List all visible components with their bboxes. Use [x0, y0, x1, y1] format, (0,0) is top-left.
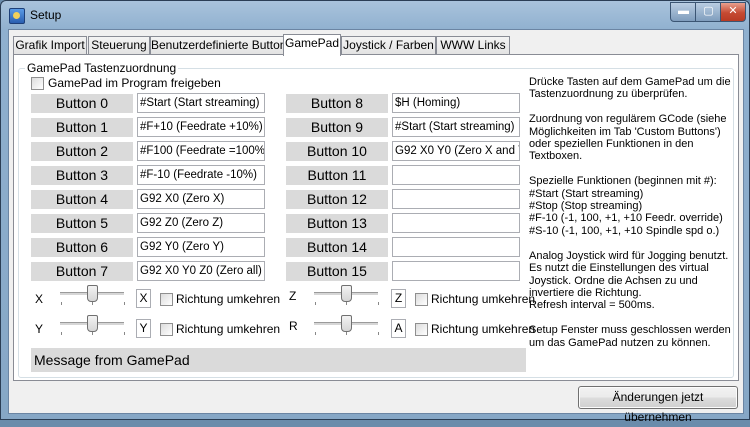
tab-www-links[interactable]: WWW Links: [436, 36, 510, 55]
close-button[interactable]: ✕: [720, 2, 746, 22]
maximize-button[interactable]: ▢: [695, 2, 722, 22]
button-5-label: Button 5: [31, 214, 133, 233]
button-13-label: Button 13: [286, 214, 388, 233]
button-9-code-input[interactable]: #Start (Start streaming): [392, 117, 520, 137]
button-7-code-input[interactable]: G92 X0 Y0 Z0 (Zero all): [137, 261, 265, 281]
axis-r-trackbar[interactable]: [312, 314, 382, 338]
button-6-label: Button 6: [31, 238, 133, 257]
button-8-code-input[interactable]: $H (Homing): [392, 93, 520, 113]
button-7-label: Button 7: [31, 262, 133, 281]
button-2-code-input[interactable]: #F100 (Feedrate =100%): [137, 141, 265, 161]
axis-r-label: R: [289, 319, 298, 333]
tab-benutzerdefinierte-buttons[interactable]: Benutzerdefinierte Buttons: [150, 36, 292, 55]
client-area: Grafik Import Steuerung Benutzerdefinier…: [8, 29, 744, 424]
button-9-label: Button 9: [286, 118, 388, 137]
button-15-label: Button 15: [286, 262, 388, 281]
button-11-label: Button 11: [286, 166, 388, 185]
gamepad-tab-page: GamePad Tastenzuordnung GamePad im Progr…: [13, 54, 739, 381]
axis-x-invert-checkbox[interactable]: [160, 293, 173, 306]
app-icon: [9, 8, 25, 24]
button-3-label: Button 3: [31, 166, 133, 185]
axis-z-invert-checkbox[interactable]: [415, 293, 428, 306]
button-12-label: Button 12: [286, 190, 388, 209]
button-1-code-input[interactable]: #F+10 (Feedrate +10%): [137, 117, 265, 137]
button-0-code-input[interactable]: #Start (Start streaming): [137, 93, 265, 113]
button-4-label: Button 4: [31, 190, 133, 209]
minimize-button[interactable]: ▬: [670, 2, 697, 22]
axis-y-label: Y: [35, 322, 44, 336]
button-15-code-input[interactable]: [392, 261, 520, 281]
axis-x-label: X: [35, 292, 44, 306]
axis-r-invert-checkbox[interactable]: [415, 323, 428, 336]
help-text: Drücke Tasten auf dem GamePad um die Tas…: [529, 76, 731, 349]
button-14-code-input[interactable]: [392, 237, 520, 257]
button-0-label: Button 0: [31, 94, 133, 113]
axis-x-invert-label: Richtung umkehren: [176, 292, 281, 306]
axis-x-assign-input[interactable]: X: [136, 289, 151, 308]
button-5-code-input[interactable]: G92 Z0 (Zero Z): [137, 213, 265, 233]
tab-joystick-farben[interactable]: Joystick / Farben: [341, 36, 436, 55]
trackbar-thumb[interactable]: [87, 315, 98, 332]
trackbar-thumb[interactable]: [87, 285, 98, 302]
button-10-code-input[interactable]: G92 X0 Y0 (Zero X and Y): [392, 141, 520, 161]
axis-x-trackbar[interactable]: [58, 284, 128, 308]
button-3-code-input[interactable]: #F-10 (Feedrate -10%): [137, 165, 265, 185]
button-12-code-input[interactable]: [392, 189, 520, 209]
group-title: GamePad Tastenzuordnung: [25, 61, 179, 75]
button-2-label: Button 2: [31, 142, 133, 161]
trackbar-ticks: [61, 332, 125, 335]
window-title: Setup: [30, 8, 62, 22]
tab-steuerung[interactable]: Steuerung: [88, 36, 150, 55]
trackbar-ticks: [315, 302, 379, 305]
axis-r-assign-input[interactable]: A: [391, 319, 406, 338]
title-bar[interactable]: Setup ▬ ▢ ✕: [1, 1, 749, 29]
button-11-code-input[interactable]: [392, 165, 520, 185]
axis-z-trackbar[interactable]: [312, 284, 382, 308]
button-13-code-input[interactable]: [392, 213, 520, 233]
tab-gamepad[interactable]: GamePad: [283, 34, 341, 56]
trackbar-ticks: [61, 302, 125, 305]
gamepad-message-bar: Message from GamePad: [31, 348, 526, 372]
setup-window: Setup ▬ ▢ ✕ Grafik Import Steuerung Benu…: [0, 0, 750, 424]
trackbar-ticks: [315, 332, 379, 335]
axis-y-assign-input[interactable]: Y: [136, 319, 151, 338]
axis-y-invert-checkbox[interactable]: [160, 323, 173, 336]
axis-z-invert-label: Richtung umkehren: [431, 292, 536, 306]
button-1-label: Button 1: [31, 118, 133, 137]
button-14-label: Button 14: [286, 238, 388, 257]
enable-gamepad-label: GamePad im Program freigeben: [48, 76, 221, 90]
button-8-label: Button 8: [286, 94, 388, 113]
axis-z-label: Z: [289, 289, 297, 303]
axis-r-invert-label: Richtung umkehren: [431, 322, 536, 336]
apply-changes-button[interactable]: Änderungen jetzt übernehmen: [578, 386, 738, 424]
button-4-code-input[interactable]: G92 X0 (Zero X): [137, 189, 265, 209]
button-10-label: Button 10: [286, 142, 388, 161]
tab-grafik-import[interactable]: Grafik Import: [13, 36, 87, 55]
enable-gamepad-checkbox[interactable]: [31, 77, 44, 90]
axis-z-assign-input[interactable]: Z: [391, 289, 406, 308]
trackbar-thumb[interactable]: [341, 285, 352, 302]
axis-y-trackbar[interactable]: [58, 314, 128, 338]
trackbar-thumb[interactable]: [341, 315, 352, 332]
button-6-code-input[interactable]: G92 Y0 (Zero Y): [137, 237, 265, 257]
axis-y-invert-label: Richtung umkehren: [176, 322, 281, 336]
